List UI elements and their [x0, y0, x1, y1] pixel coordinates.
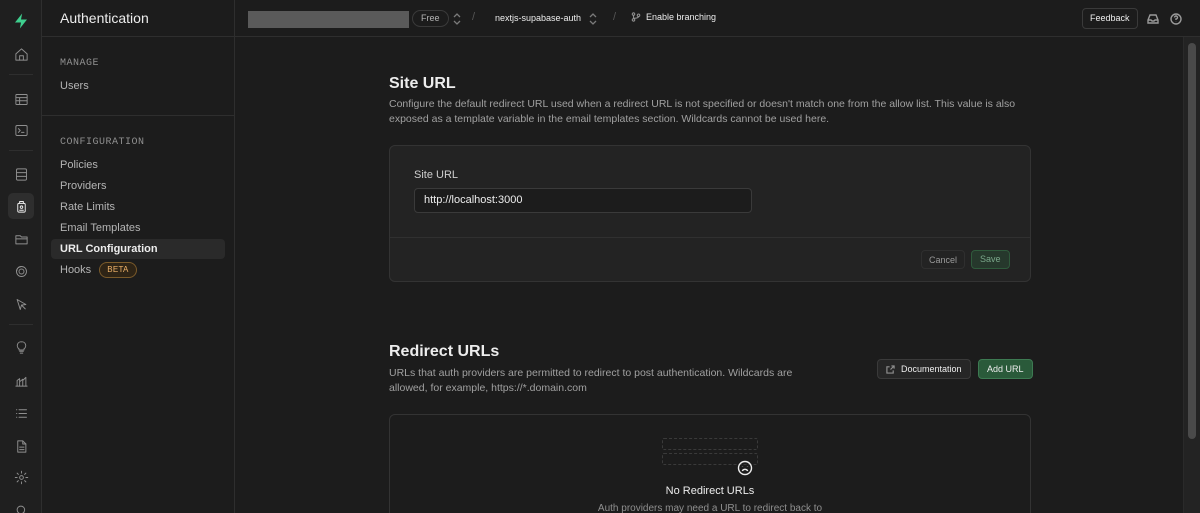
project-switcher-chevrons-icon[interactable]	[589, 12, 597, 25]
menu-item-hooks[interactable]: Hooks BETA	[51, 260, 225, 280]
site-url-title: Site URL	[389, 75, 456, 92]
rail-divider	[9, 74, 33, 75]
add-url-button[interactable]: Add URL	[978, 359, 1033, 379]
menu-item-label: Policies	[60, 159, 98, 171]
org-switcher-chevrons-icon[interactable]	[453, 12, 461, 25]
menu-title: Authentication	[42, 0, 234, 37]
scrollbar[interactable]	[1183, 37, 1200, 513]
redirect-urls-empty-state: No Redirect URLs Auth providers may need…	[389, 414, 1031, 513]
search-icon[interactable]	[8, 497, 34, 513]
menu-section-configuration: CONFIGURATION	[60, 137, 145, 148]
edge-functions-icon[interactable]	[8, 291, 34, 317]
home-icon[interactable]	[8, 41, 34, 67]
inbox-icon[interactable]	[1147, 12, 1159, 24]
icon-rail	[0, 0, 42, 513]
storage-icon[interactable]	[8, 226, 34, 252]
database-icon[interactable]	[8, 161, 34, 187]
site-url-input[interactable]: http://localhost:3000	[414, 188, 752, 213]
scrollbar-thumb[interactable]	[1188, 43, 1196, 439]
top-bar: Free / nextjs-supabase-auth / Enable bra…	[235, 0, 1200, 37]
product-menu: Authentication MANAGE Users CONFIGURATIO…	[42, 0, 235, 513]
plan-badge: Free	[412, 10, 449, 27]
rail-divider	[9, 324, 33, 325]
help-icon[interactable]	[1170, 12, 1182, 25]
redirect-urls-title: Redirect URLs	[389, 343, 500, 360]
documentation-label: Documentation	[901, 364, 962, 374]
breadcrumb-separator: /	[472, 11, 476, 23]
menu-divider	[42, 115, 235, 116]
authentication-icon[interactable]	[8, 193, 34, 219]
advisors-icon[interactable]	[8, 334, 34, 360]
save-button[interactable]: Save	[971, 250, 1010, 269]
menu-item-label: Email Templates	[60, 222, 141, 234]
menu-item-rate-limits[interactable]: Rate Limits	[51, 197, 225, 217]
external-link-icon	[886, 364, 895, 374]
site-url-card: Site URL http://localhost:3000 Cancel Sa…	[389, 145, 1031, 282]
redacted-org-name[interactable]	[248, 11, 409, 28]
cancel-button[interactable]: Cancel	[921, 250, 966, 269]
sad-face-icon	[737, 460, 753, 476]
menu-item-label: URL Configuration	[60, 243, 158, 255]
reports-icon[interactable]	[8, 367, 34, 393]
realtime-icon[interactable]	[8, 258, 34, 284]
branching-label: Enable branching	[646, 12, 717, 22]
redirect-urls-description: URLs that auth providers are permitted t…	[389, 367, 793, 394]
menu-item-email-templates[interactable]: Email Templates	[51, 218, 225, 238]
project-name[interactable]: nextjs-supabase-auth	[495, 13, 581, 23]
settings-icon[interactable]	[8, 464, 34, 490]
site-url-description: Configure the default redirect URL used …	[389, 98, 1016, 125]
menu-item-label: Providers	[60, 180, 107, 192]
menu-section-manage: MANAGE	[60, 58, 100, 69]
menu-item-url-configuration[interactable]: URL Configuration	[51, 239, 225, 259]
rail-divider	[9, 150, 33, 151]
menu-item-users[interactable]: Users	[51, 76, 225, 96]
app-root: Authentication MANAGE Users CONFIGURATIO…	[0, 0, 1200, 513]
git-branch-icon	[631, 12, 641, 22]
menu-item-label: Users	[60, 80, 89, 92]
menu-item-policies[interactable]: Policies	[51, 155, 225, 175]
enable-branching-button[interactable]: Enable branching	[631, 12, 716, 22]
menu-item-label: Rate Limits	[60, 201, 116, 213]
menu-item-label: Hooks	[60, 264, 92, 276]
card-divider	[390, 237, 1030, 238]
empty-state-title: No Redirect URLs	[665, 485, 755, 497]
menu-item-providers[interactable]: Providers	[51, 176, 225, 196]
feedback-button[interactable]: Feedback	[1082, 8, 1138, 29]
empty-state-description: Auth providers may need a URL to redirec…	[597, 503, 823, 513]
placeholder-row	[662, 438, 758, 450]
beta-badge: BETA	[99, 262, 137, 278]
sql-editor-icon[interactable]	[8, 117, 34, 143]
table-editor-icon[interactable]	[8, 86, 34, 112]
supabase-logo-icon[interactable]	[8, 8, 34, 34]
documentation-button[interactable]: Documentation	[877, 359, 971, 379]
api-docs-icon[interactable]	[8, 433, 34, 459]
breadcrumb-separator: /	[613, 11, 617, 23]
site-url-field-label: Site URL	[414, 169, 459, 181]
logs-icon[interactable]	[8, 400, 34, 426]
